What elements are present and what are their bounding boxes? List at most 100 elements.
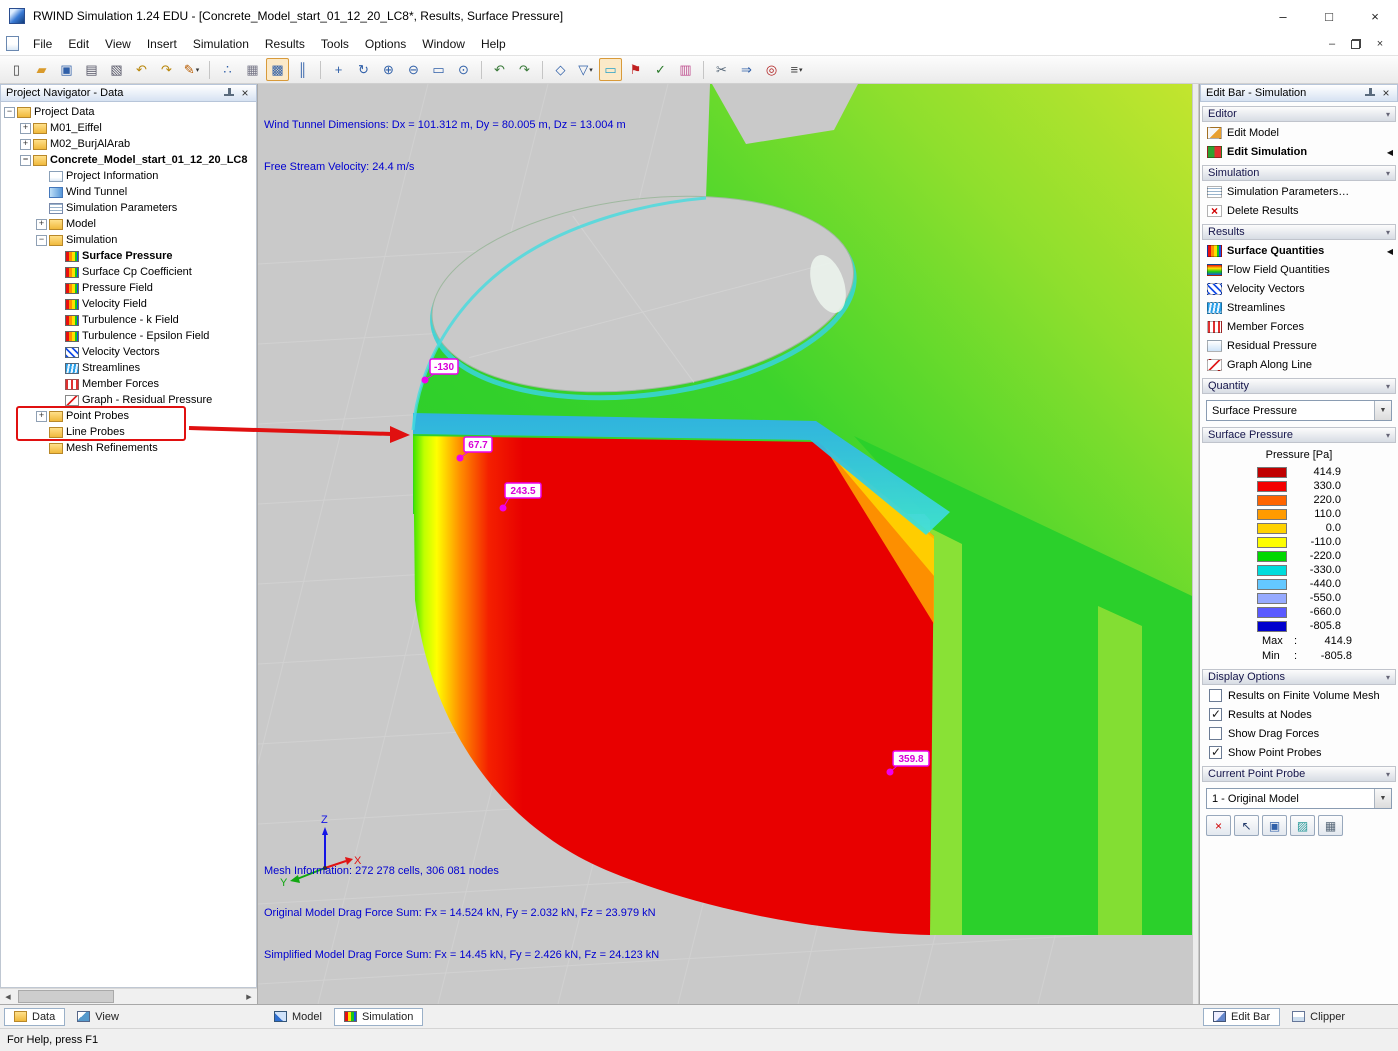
section-editor[interactable]: Editor: [1202, 106, 1396, 122]
mdi-close-button[interactable]: ×: [1370, 35, 1390, 53]
checkbox[interactable]: [1209, 727, 1222, 740]
show-results[interactable]: ⚑: [624, 58, 647, 81]
editor-button[interactable]: Edit Simulation: [1200, 142, 1398, 161]
tree-item[interactable]: Model: [1, 216, 256, 232]
tree-item[interactable]: Turbulence - k Field: [1, 312, 256, 328]
menu-item[interactable]: Simulation: [185, 34, 257, 54]
quantity-dropdown[interactable]: Surface Pressure: [1206, 400, 1392, 421]
pin-icon[interactable]: [223, 88, 234, 99]
display-properties[interactable]: ≡: [785, 58, 808, 81]
show-values[interactable]: ✓: [649, 58, 672, 81]
pan-view[interactable]: +: [327, 58, 350, 81]
viewport-3d[interactable]: -130 67.7 243.5: [258, 84, 1192, 1004]
menu-item[interactable]: Edit: [60, 34, 97, 54]
scroll-right-icon[interactable]: [241, 989, 257, 1004]
minimize-button[interactable]: –: [1260, 0, 1306, 32]
tab-edit-bar[interactable]: Edit Bar: [1203, 1008, 1280, 1026]
tree-horizontal-scrollbar[interactable]: [0, 988, 257, 1004]
menu-item[interactable]: Tools: [313, 34, 357, 54]
guidelines[interactable]: ║: [291, 58, 314, 81]
tab-data[interactable]: Data: [4, 1008, 65, 1026]
simulation-button[interactable]: Delete Results: [1200, 201, 1398, 220]
edit-bar-close-icon[interactable]: [1380, 86, 1392, 100]
probe-tool[interactable]: ◎: [760, 58, 783, 81]
undo[interactable]: ↶: [130, 58, 153, 81]
pick-point-probe[interactable]: ↖: [1234, 815, 1259, 836]
section-quantity[interactable]: Quantity: [1202, 378, 1396, 394]
tree-item[interactable]: M02_BurjAlArab: [1, 136, 256, 152]
tab-clipper[interactable]: Clipper: [1282, 1008, 1355, 1026]
tree-item[interactable]: Project Data: [1, 104, 256, 120]
checkbox[interactable]: [1209, 689, 1222, 702]
show-grid[interactable]: ▦: [241, 58, 264, 81]
mdi-minimize-button[interactable]: –: [1322, 35, 1342, 53]
tree-item[interactable]: Surface Cp Coefficient: [1, 264, 256, 280]
tree-item[interactable]: Line Probes: [1, 424, 256, 440]
tab-model[interactable]: Model: [264, 1008, 332, 1026]
panel-splitter[interactable]: [1192, 84, 1199, 1004]
snap-grid[interactable]: ▩: [266, 58, 289, 81]
menu-item[interactable]: Insert: [139, 34, 185, 54]
checkbox[interactable]: [1209, 746, 1222, 759]
previous-view[interactable]: ↶: [488, 58, 511, 81]
close-button[interactable]: ×: [1352, 0, 1398, 32]
tree-item[interactable]: Simulation: [1, 232, 256, 248]
save-point-probe[interactable]: ▣: [1262, 815, 1287, 836]
tree-item[interactable]: Surface Pressure: [1, 248, 256, 264]
menu-item[interactable]: Help: [473, 34, 514, 54]
redo[interactable]: ↷: [155, 58, 178, 81]
tree-expander-icon[interactable]: [19, 139, 32, 150]
current-probe-dropdown[interactable]: 1 - Original Model: [1206, 788, 1392, 809]
menu-item[interactable]: File: [25, 34, 60, 54]
tree-item[interactable]: Concrete_Model_start_01_12_20_LC8: [1, 152, 256, 168]
scrollbar-track[interactable]: [16, 989, 241, 1004]
clipping-plane[interactable]: ✂: [710, 58, 733, 81]
tree-item[interactable]: Velocity Field: [1, 296, 256, 312]
section-results[interactable]: Results: [1202, 224, 1396, 240]
tree-item[interactable]: Turbulence - Epsilon Field: [1, 328, 256, 344]
open-file[interactable]: ▰: [30, 58, 53, 81]
tree-item[interactable]: Member Forces: [1, 376, 256, 392]
tree-item[interactable]: Graph - Residual Pressure: [1, 392, 256, 408]
color-scale-panel[interactable]: ▥: [674, 58, 697, 81]
scroll-left-icon[interactable]: [0, 989, 16, 1004]
results-button[interactable]: Member Forces: [1200, 317, 1398, 336]
zoom-out[interactable]: ⊖: [402, 58, 425, 81]
section-current-point-probe[interactable]: Current Point Probe: [1202, 766, 1396, 782]
drag-force-display[interactable]: ⇒: [735, 58, 758, 81]
maximize-button[interactable]: □: [1306, 0, 1352, 32]
isometric-view[interactable]: ◇: [549, 58, 572, 81]
results-button[interactable]: Residual Pressure: [1200, 336, 1398, 355]
zoom-window[interactable]: ▭: [427, 58, 450, 81]
menu-item[interactable]: Results: [257, 34, 313, 54]
tree-item[interactable]: Streamlines: [1, 360, 256, 376]
rotate-view[interactable]: ↻: [352, 58, 375, 81]
tree-item[interactable]: Wind Tunnel: [1, 184, 256, 200]
tree-expander-icon[interactable]: [35, 219, 48, 230]
tree-item[interactable]: M01_Eiffel: [1, 120, 256, 136]
mdi-restore-button[interactable]: [1346, 35, 1366, 53]
results-button[interactable]: Velocity Vectors: [1200, 279, 1398, 298]
results-button[interactable]: Surface Quantities: [1200, 241, 1398, 260]
editor-button[interactable]: Edit Model: [1200, 123, 1398, 142]
dropdown-arrow-icon[interactable]: [1374, 401, 1391, 420]
menu-item[interactable]: Window: [414, 34, 473, 54]
scrollbar-thumb[interactable]: [18, 990, 114, 1003]
new-file[interactable]: ▯: [5, 58, 28, 81]
zoom-in[interactable]: ⊕: [377, 58, 400, 81]
print[interactable]: ▤: [80, 58, 103, 81]
tree-expander-icon[interactable]: [3, 107, 16, 118]
tree-item[interactable]: Pressure Field: [1, 280, 256, 296]
tree-item[interactable]: Simulation Parameters: [1, 200, 256, 216]
tree-item[interactable]: Project Information: [1, 168, 256, 184]
dropdown-arrow-icon[interactable]: [1374, 789, 1391, 808]
results-button[interactable]: Graph Along Line: [1200, 355, 1398, 374]
view-in-direction[interactable]: ▽: [574, 58, 597, 81]
point-probe-diagram[interactable]: ▨: [1290, 815, 1315, 836]
results-button[interactable]: Streamlines: [1200, 298, 1398, 317]
tree-expander-icon[interactable]: [19, 155, 32, 166]
next-view[interactable]: ↷: [513, 58, 536, 81]
section-surface-pressure[interactable]: Surface Pressure: [1202, 427, 1396, 443]
show-wind-tunnel[interactable]: ▭: [599, 58, 622, 81]
tree-expander-icon[interactable]: [35, 235, 48, 246]
